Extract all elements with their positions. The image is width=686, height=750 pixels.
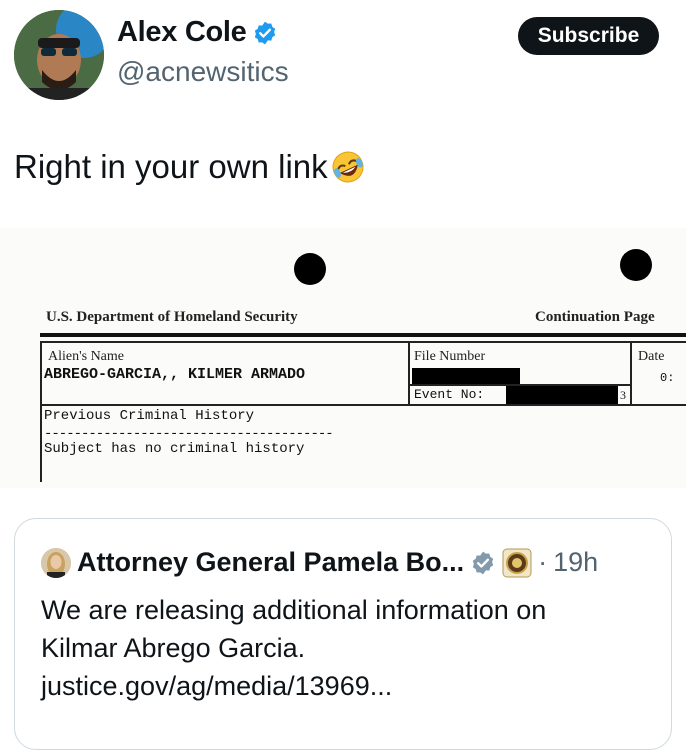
verified-badge-icon xyxy=(255,21,276,44)
avatar-photo-icon xyxy=(41,547,71,578)
rolling-on-floor-laughing-emoji xyxy=(332,151,364,183)
quoted-separator: · xyxy=(538,547,548,577)
history-heading: Previous Criminal History xyxy=(44,408,255,424)
doc-divider xyxy=(408,342,410,404)
history-text: Subject has no criminal history xyxy=(44,441,305,457)
author-name-row: Alex Cole xyxy=(117,16,278,49)
doc-divider xyxy=(630,342,632,404)
history-divider: --------------------------------------- xyxy=(44,426,334,442)
quoted-author-avatar[interactable] xyxy=(41,547,71,578)
quoted-tweet-header: Attorney General Pamela Bo... · 19h xyxy=(41,547,598,578)
gray-verified-badge-icon xyxy=(472,551,494,574)
tweet-text: Right in your own link xyxy=(14,148,328,185)
quoted-line: Kilmar Abrego Garcia. xyxy=(41,633,306,663)
punch-hole xyxy=(294,253,326,285)
tweet-text-row: Right in your own link xyxy=(14,148,366,186)
alien-name-value: ABREGO-GARCIA,, KILMER ARMADO xyxy=(44,366,306,383)
author-handle[interactable]: @acnewsitics xyxy=(117,56,289,88)
author-avatar[interactable] xyxy=(14,10,104,100)
alien-name-label: Alien's Name xyxy=(48,349,125,364)
date-label: Date xyxy=(638,349,665,364)
doc-rule xyxy=(40,341,686,343)
quoted-tweet-body: We are releasing additional information … xyxy=(41,591,651,705)
redaction-bar xyxy=(506,386,618,404)
quoted-timestamp[interactable]: 19h xyxy=(553,547,598,578)
file-number-label: File Number xyxy=(414,349,486,364)
subscribe-button[interactable]: Subscribe xyxy=(518,17,659,55)
avatar-photo-icon xyxy=(14,10,104,100)
doc-rule xyxy=(40,333,686,337)
author-name[interactable]: Alex Cole xyxy=(117,16,247,49)
doc-page-type: Continuation Page xyxy=(535,309,655,325)
doc-agency: U.S. Department of Homeland Security xyxy=(46,309,298,325)
punch-hole xyxy=(620,249,652,281)
date-value: 0: xyxy=(660,371,675,385)
doc-rule xyxy=(40,404,686,406)
document-image[interactable]: U.S. Department of Homeland Security Con… xyxy=(0,228,686,488)
event-no-label: Event No: xyxy=(414,387,485,402)
doc-border xyxy=(40,342,42,482)
quoted-link[interactable]: justice.gov/ag/media/13969... xyxy=(41,667,651,705)
doj-seal-icon xyxy=(502,548,532,577)
quoted-author-name[interactable]: Attorney General Pamela Bo... xyxy=(77,547,464,578)
quoted-tweet-card[interactable]: Attorney General Pamela Bo... · 19h We a… xyxy=(14,518,672,750)
quoted-line: We are releasing additional information … xyxy=(41,595,547,625)
event-trailing: 3 xyxy=(620,388,626,402)
